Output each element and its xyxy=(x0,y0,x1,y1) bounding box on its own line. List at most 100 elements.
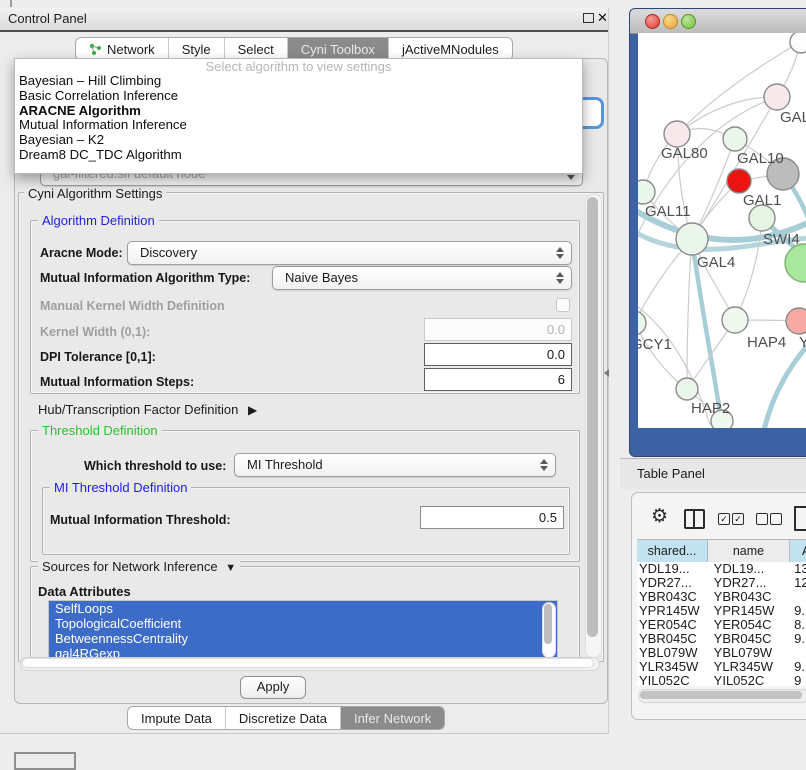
hub-definition-expander[interactable]: Hub/Transcription Factor Definition ▶ xyxy=(38,402,257,417)
network-canvas[interactable]: GAL GAL80 GAL10 GAL1 GAL11 SWI4 GAL4 GCY… xyxy=(638,33,806,428)
column-header-name-label: name xyxy=(733,544,764,558)
node-gcy1[interactable] xyxy=(638,311,646,335)
apply-button[interactable]: Apply xyxy=(240,676,306,699)
mi-threshold-field[interactable]: 0.5 xyxy=(420,506,564,529)
tab-network[interactable]: Network xyxy=(76,38,168,60)
node-bright-green[interactable] xyxy=(785,244,806,282)
gear-icon[interactable]: ⚙ xyxy=(651,505,668,528)
cyni-algorithm-settings-title: Cyni Algorithm Settings xyxy=(24,186,166,201)
node-gal1[interactable] xyxy=(727,169,751,193)
node-y-partial[interactable] xyxy=(786,308,806,334)
column-header-name[interactable]: name xyxy=(708,539,790,563)
dropdown-placeholder: Select algorithm to view settings xyxy=(15,60,582,74)
tab-discretize-data[interactable]: Discretize Data xyxy=(225,707,340,729)
aracne-mode-combo[interactable]: Discovery xyxy=(127,241,572,265)
cell-value xyxy=(787,590,806,604)
list-item-topologicalcoefficient[interactable]: TopologicalCoefficient xyxy=(49,616,557,631)
node-label-swi4: SWI4 xyxy=(763,231,800,248)
cell-shared: YPR145W xyxy=(637,604,702,618)
table-row[interactable]: YBR043CYBR043C xyxy=(637,590,806,604)
tab-impute-data[interactable]: Impute Data xyxy=(128,707,225,729)
settings-scrollbar-thumb[interactable] xyxy=(587,197,598,637)
dropdown-item-bayesian-k2[interactable]: Bayesian – K2 xyxy=(15,133,582,148)
dropdown-item-dream8[interactable]: Dream8 DC_TDC Algorithm xyxy=(15,148,582,163)
checked-box-icon-2[interactable]: ✓ xyxy=(732,513,744,525)
table-row[interactable]: YIL052CYIL052C9 xyxy=(637,674,806,686)
table-row[interactable]: YBR045CYBR045C9. xyxy=(637,632,806,646)
dropdown-item-bayesian-hill[interactable]: Bayesian – Hill Climbing xyxy=(15,74,582,89)
table-hscrollbar-thumb[interactable] xyxy=(640,691,802,699)
collapsed-arrow-icon[interactable]: ▶ xyxy=(248,403,257,417)
minimize-traffic-light[interactable] xyxy=(663,14,678,29)
algorithm-dropdown-popup: Select algorithm to view settings Bayesi… xyxy=(14,58,583,174)
zoom-traffic-light[interactable] xyxy=(681,14,696,29)
close-traffic-light[interactable] xyxy=(645,14,660,29)
node-gal80[interactable] xyxy=(664,121,690,147)
node-hap2[interactable] xyxy=(676,378,698,400)
which-threshold-combo[interactable]: MI Threshold xyxy=(234,453,556,477)
kernel-width-field[interactable]: 0.0 xyxy=(424,318,572,341)
node-gal11[interactable] xyxy=(638,180,655,204)
manual-kernel-checkbox[interactable] xyxy=(556,298,570,312)
node-gal4[interactable] xyxy=(676,223,708,255)
node-gal-partial[interactable] xyxy=(764,84,790,110)
table-row[interactable]: YBL079WYBL079W xyxy=(637,646,806,660)
cell-shared: YER054C xyxy=(637,618,702,632)
tab-select[interactable]: Select xyxy=(224,38,287,60)
table-row[interactable]: YLR345WYLR345W9. xyxy=(637,660,806,674)
cell-shared: YDL19... xyxy=(637,562,702,576)
sources-group-title[interactable]: Sources for Network Inference ▼ xyxy=(38,559,240,574)
column-header-shared-label: shared... xyxy=(648,544,697,558)
network-icon xyxy=(89,43,102,56)
checked-box-icon-1[interactable]: ✓ xyxy=(718,513,730,525)
list-item-betweennesscentrality[interactable]: BetweennessCentrality xyxy=(49,631,557,646)
which-threshold-value: MI Threshold xyxy=(247,454,323,476)
tab-style[interactable]: Style xyxy=(168,38,224,60)
tab-infer-network[interactable]: Infer Network xyxy=(340,707,444,729)
node-gal10[interactable] xyxy=(723,127,747,151)
manual-kernel-label: Manual Kernel Width Definition xyxy=(40,299,225,313)
split-columns-icon[interactable] xyxy=(684,509,705,529)
mi-type-combo[interactable]: Naive Bayes xyxy=(272,266,572,290)
attributes-list-scrollbar-thumb[interactable] xyxy=(544,604,552,644)
table-body[interactable]: YDL19...YDL19...13 YDR27...YDR27...12 YB… xyxy=(637,562,806,686)
dpi-tolerance-field[interactable]: 0.0 xyxy=(424,343,572,366)
table-row[interactable]: YDL19...YDL19...13 xyxy=(637,562,806,576)
bottom-tabbar: Impute Data Discretize Data Infer Networ… xyxy=(127,706,445,730)
splitpane-collapse-arrow[interactable] xyxy=(604,369,609,377)
float-window-icon[interactable] xyxy=(583,13,594,23)
node-unlabeled-top[interactable] xyxy=(790,33,806,53)
tab-jactivemnodules[interactable]: jActiveMNodules xyxy=(388,38,512,60)
table-row[interactable]: YER054CYER054C8. xyxy=(637,618,806,632)
node-hap4[interactable] xyxy=(722,307,748,333)
clipped-panel-icon[interactable] xyxy=(14,752,76,770)
tab-style-label: Style xyxy=(182,39,211,60)
dropdown-item-aracne[interactable]: ARACNE Algorithm xyxy=(15,104,582,119)
dropdown-item-basic-correlation[interactable]: Basic Correlation Inference xyxy=(15,89,582,104)
node-label-y-partial: Y xyxy=(799,334,806,351)
column-header-partial[interactable]: A xyxy=(790,539,806,563)
document-icon-partial[interactable] xyxy=(794,506,806,531)
table-row[interactable]: YDR27...YDR27...12 xyxy=(637,576,806,590)
combo-arrows-icon xyxy=(556,271,564,285)
list-item-selfloops[interactable]: SelfLoops xyxy=(49,601,557,616)
tab-select-label: Select xyxy=(238,39,274,60)
tab-cyni-toolbox-label: Cyni Toolbox xyxy=(301,39,375,60)
column-header-shared[interactable]: shared... xyxy=(637,539,708,563)
tab-infer-network-label: Infer Network xyxy=(354,708,431,729)
table-row[interactable]: YPR145WYPR145W9. xyxy=(637,604,806,618)
tab-cyni-toolbox[interactable]: Cyni Toolbox xyxy=(287,38,388,60)
cell-value xyxy=(787,646,806,660)
clipped-edge-mark xyxy=(10,0,12,7)
unchecked-box-icon-1[interactable] xyxy=(756,513,768,525)
mi-type-label: Mutual Information Algorithm Type: xyxy=(40,271,250,285)
dropdown-item-mutual-information[interactable]: Mutual Information Inference xyxy=(15,118,582,133)
close-icon[interactable]: ✕ xyxy=(597,10,608,26)
mi-steps-field[interactable]: 6 xyxy=(424,368,572,391)
cell-name: YIL052C xyxy=(702,674,787,686)
unchecked-box-icon-2[interactable] xyxy=(770,513,782,525)
settings-hscrollbar-thumb[interactable] xyxy=(23,659,593,667)
data-attributes-list[interactable]: SelfLoops TopologicalCoefficient Between… xyxy=(48,600,558,660)
expanded-arrow-icon[interactable]: ▼ xyxy=(225,562,236,574)
hub-definition-label: Hub/Transcription Factor Definition xyxy=(38,402,238,417)
